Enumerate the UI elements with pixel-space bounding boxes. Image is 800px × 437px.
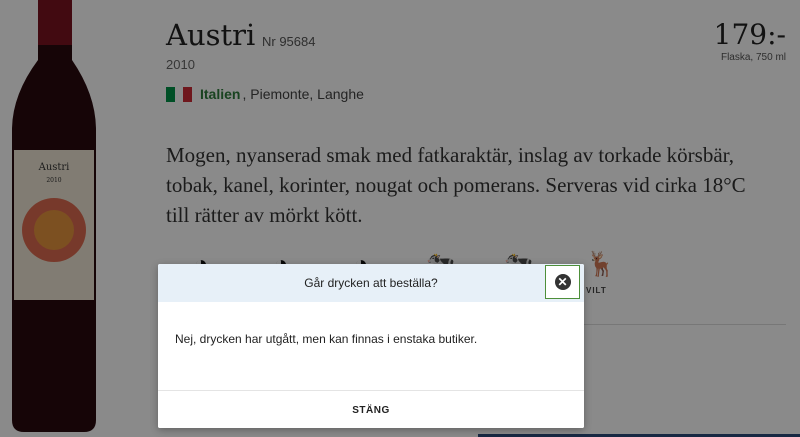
dialog-title: Går drycken att beställa? xyxy=(304,276,438,290)
order-availability-dialog: Går drycken att beställa? ✕ Nej, drycken… xyxy=(158,264,584,428)
dialog-footer: STÄNG xyxy=(158,390,584,428)
dialog-header: Går drycken att beställa? ✕ xyxy=(158,264,584,302)
stang-button[interactable]: STÄNG xyxy=(158,391,584,428)
dialog-message: Nej, drycken har utgått, men kan finnas … xyxy=(175,332,478,346)
close-icon: ✕ xyxy=(554,274,571,290)
close-button[interactable]: ✕ xyxy=(545,265,580,299)
